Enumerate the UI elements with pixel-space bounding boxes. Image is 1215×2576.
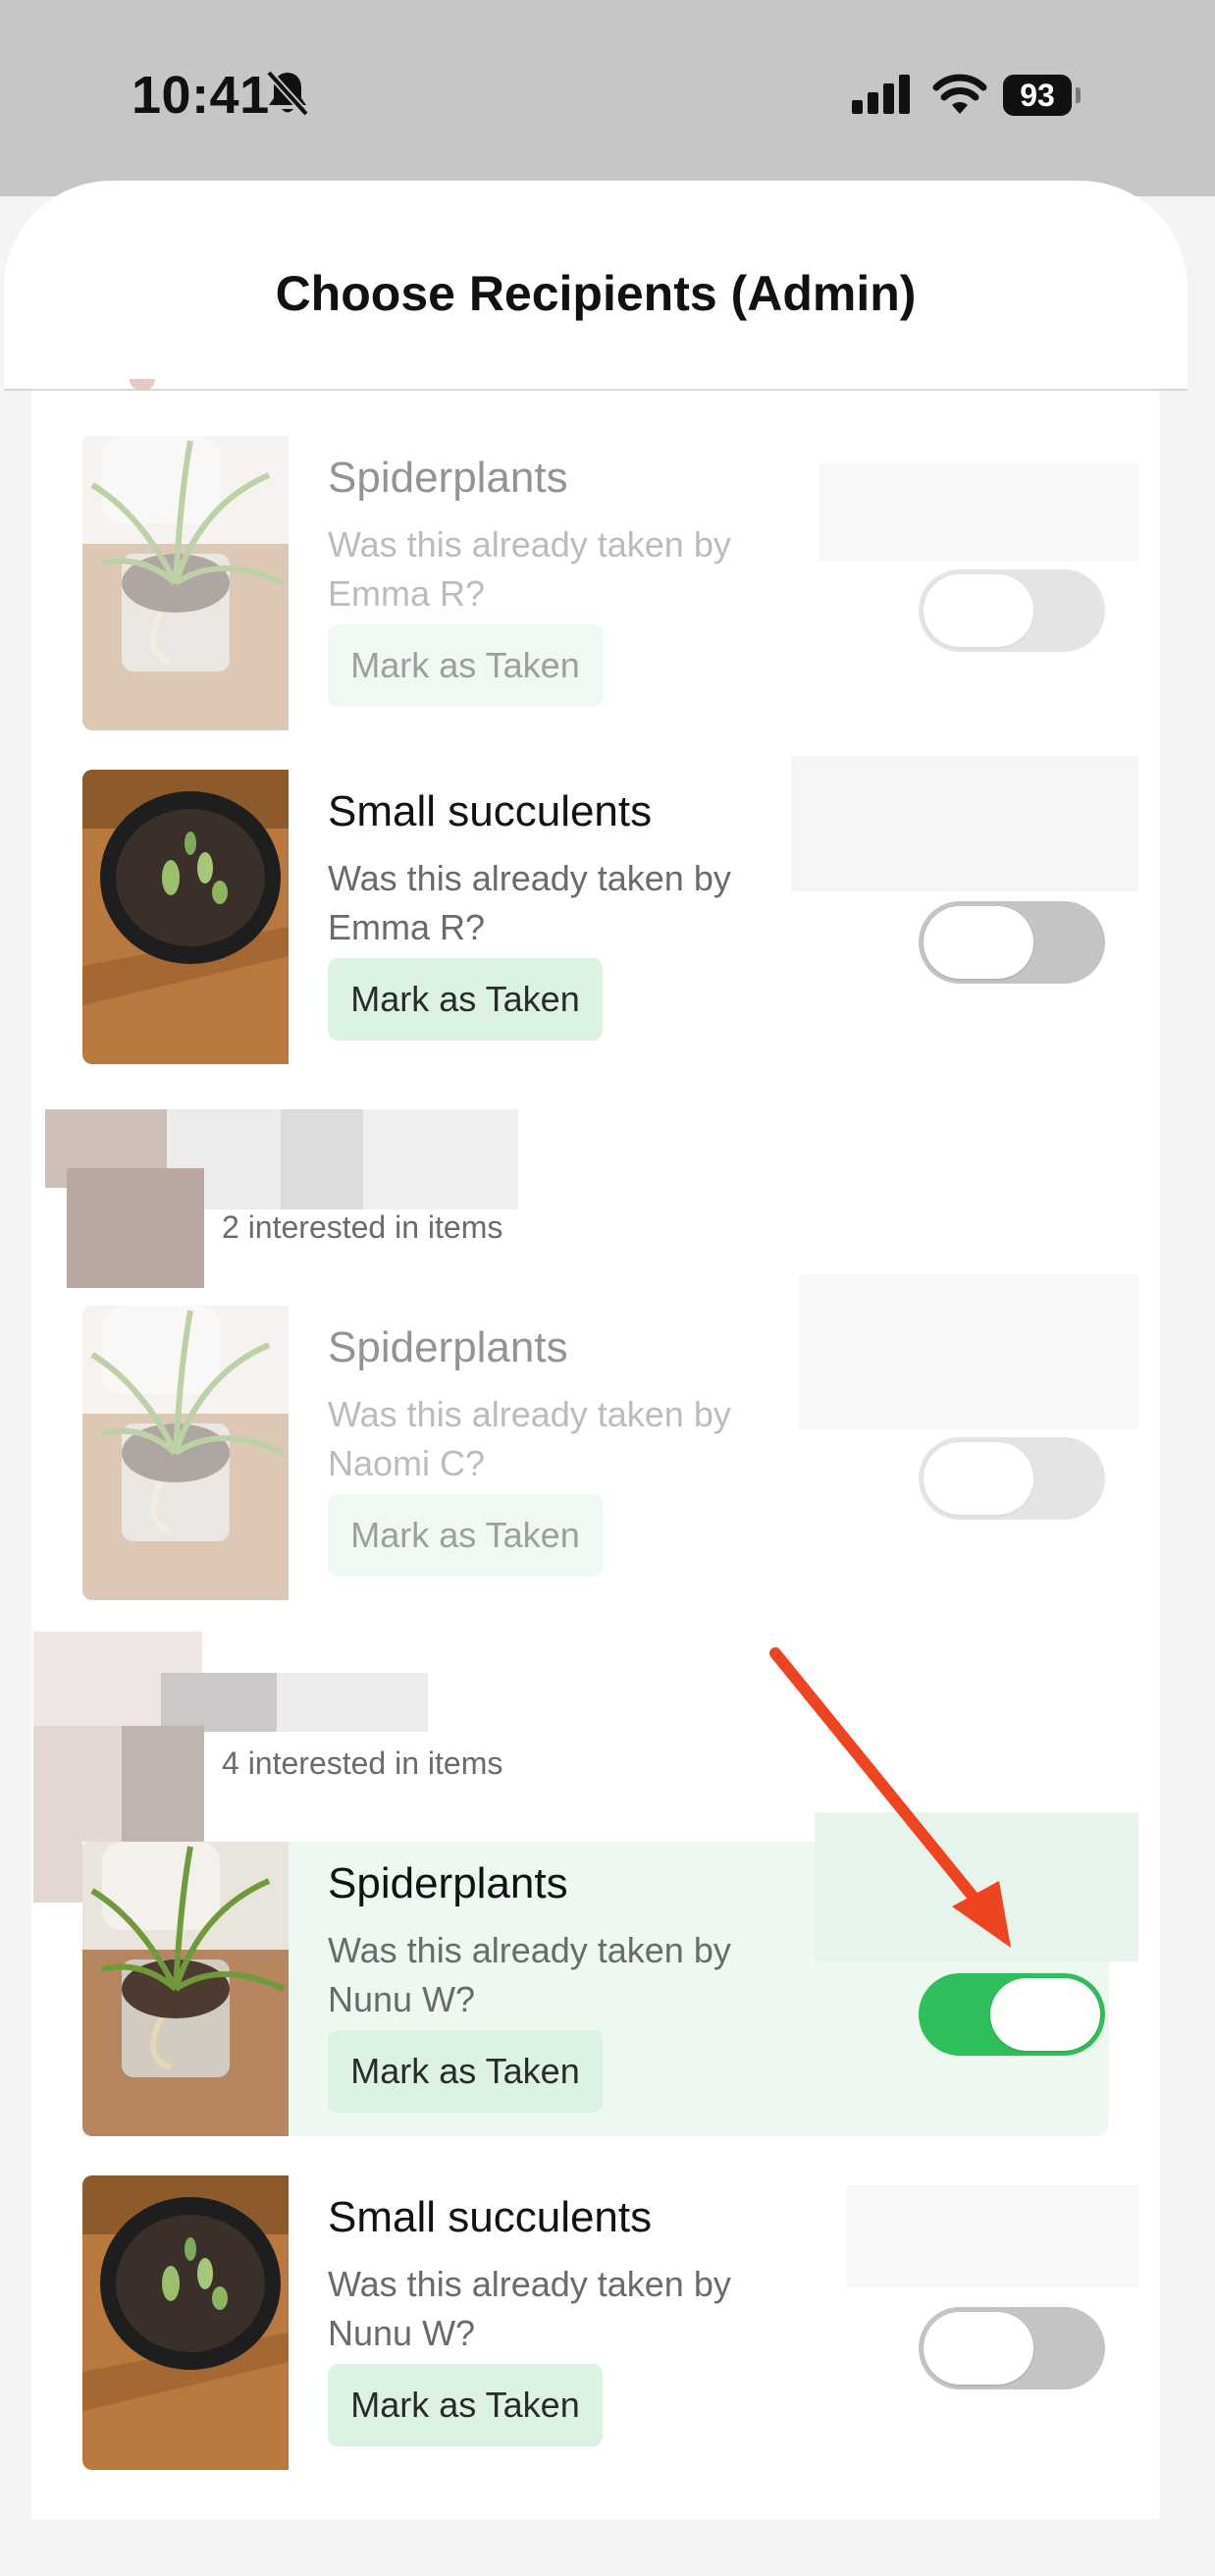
- redacted-name: [161, 1673, 277, 1732]
- item-photo: [82, 1842, 289, 2136]
- recipient-toggle[interactable]: [919, 2307, 1105, 2389]
- list-item: Small succulents Was this already taken …: [82, 756, 1138, 1064]
- mark-as-taken-button[interactable]: Mark as Taken: [328, 624, 603, 707]
- item-name: Small succulents: [328, 787, 653, 835]
- battery-nub: [1076, 87, 1081, 103]
- item-question: Was this already taken by Emma R?: [328, 524, 731, 614]
- list-item: Spiderplants Was this already taken by E…: [82, 436, 1138, 730]
- mark-as-taken-button[interactable]: Mark as Taken: [328, 2030, 603, 2113]
- item-photo: [82, 2175, 289, 2470]
- list-item: Small succulents Was this already taken …: [82, 2175, 1138, 2470]
- interested-count: 4 interested in items: [222, 1745, 503, 1781]
- redacted-box: [819, 463, 1138, 562]
- status-bar: 10:41 93: [0, 0, 1215, 196]
- item-name: Spiderplants: [328, 454, 568, 502]
- item-question: Was this already taken by Nunu W?: [328, 2264, 731, 2353]
- redacted-name: [281, 1109, 363, 1209]
- status-time: 10:41: [132, 66, 270, 125]
- recipient-toggle[interactable]: [919, 569, 1105, 652]
- redacted-box: [815, 1812, 1138, 1961]
- list-item: Spiderplants Was this already taken by N…: [82, 1274, 1138, 1600]
- redacted-box: [791, 756, 1138, 891]
- item-name: Spiderplants: [328, 1323, 568, 1371]
- item-photo: [82, 1306, 289, 1600]
- wifi-icon: [932, 74, 987, 114]
- interested-count: 2 interested in items: [222, 1209, 503, 1245]
- signal-icon: [852, 75, 910, 114]
- mark-as-taken-button[interactable]: Mark as Taken: [328, 1494, 603, 1577]
- recipient-toggle[interactable]: [919, 1973, 1105, 2056]
- redacted-name: [277, 1673, 428, 1732]
- sheet-header: Choose Recipients (Admin): [4, 181, 1188, 391]
- mark-as-taken-button[interactable]: Mark as Taken: [328, 958, 603, 1041]
- item-question: Was this already taken by Nunu W?: [328, 1930, 731, 2019]
- recipient-toggle[interactable]: [919, 901, 1105, 984]
- redacted-box: [846, 2185, 1138, 2287]
- recipient-toggle[interactable]: [919, 1437, 1105, 1520]
- redacted-box: [799, 1274, 1138, 1429]
- item-question: Was this already taken by Emma R?: [328, 858, 731, 947]
- avatar: [67, 1168, 204, 1288]
- page-title: Choose Recipients (Admin): [275, 266, 917, 321]
- item-photo: [82, 770, 289, 1064]
- mark-as-taken-button[interactable]: Mark as Taken: [328, 2364, 603, 2446]
- bell-slash-icon: [266, 70, 309, 117]
- item-photo: [82, 436, 289, 730]
- item-name: Spiderplants: [328, 1859, 568, 1907]
- item-question: Was this already taken by Naomi C?: [328, 1394, 731, 1483]
- list-item-selected: Spiderplants Was this already taken by N…: [82, 1812, 1138, 2136]
- battery-icon: 93: [1003, 75, 1072, 116]
- item-name: Small succulents: [328, 2193, 653, 2241]
- redacted-name: [363, 1109, 518, 1209]
